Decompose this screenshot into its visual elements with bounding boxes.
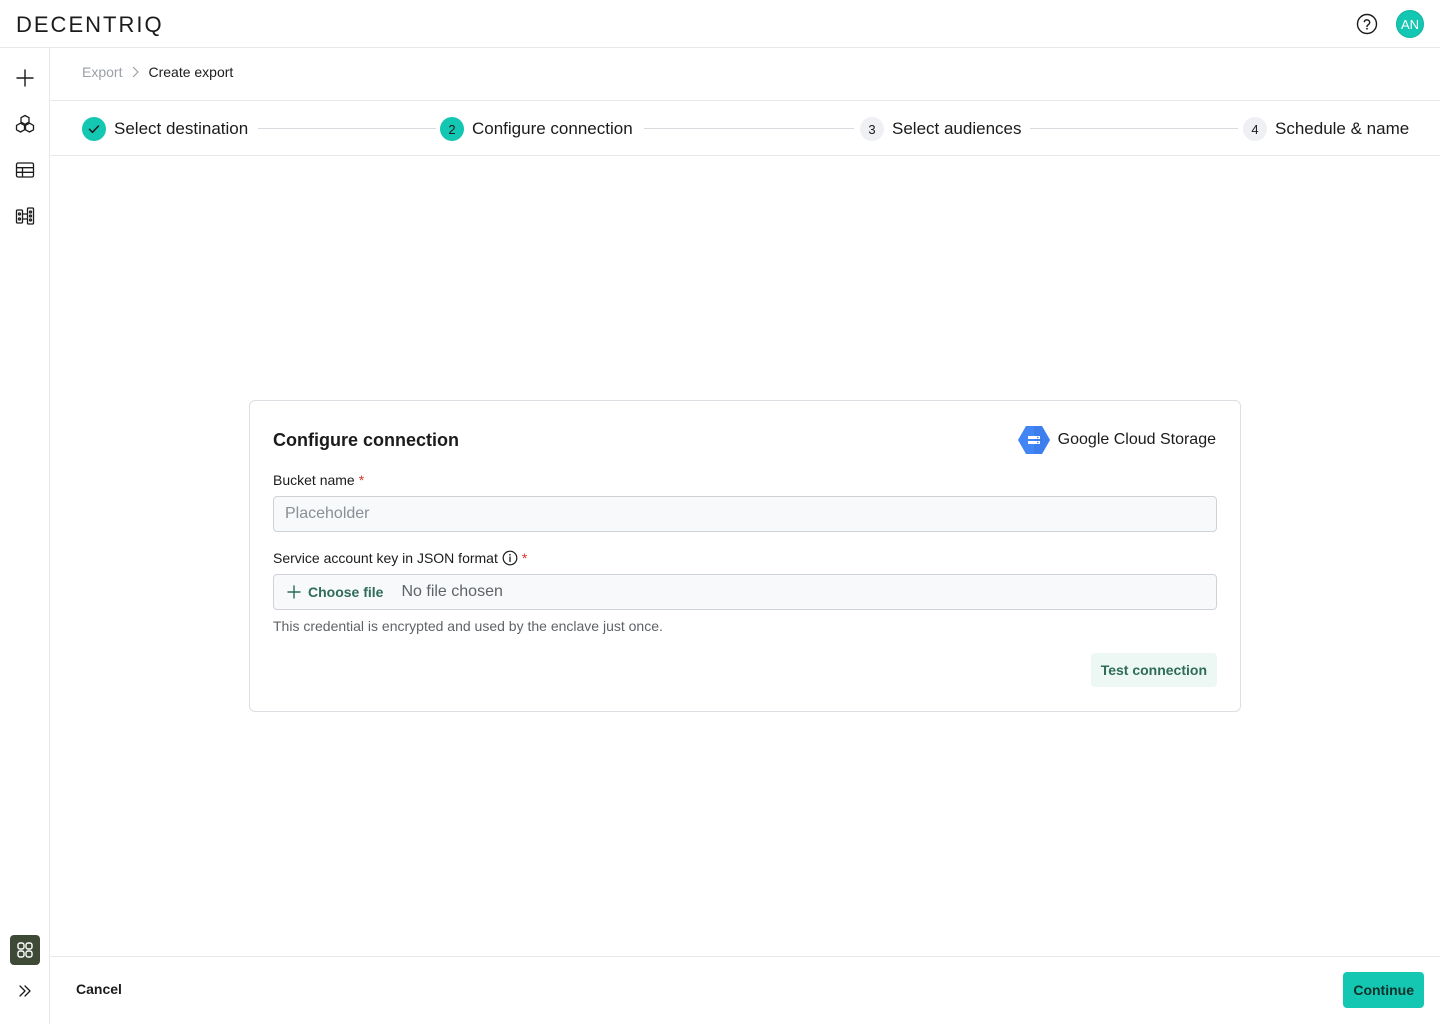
test-connection-button[interactable]: Test connection bbox=[1090, 653, 1217, 687]
step-configure-connection[interactable]: 2 Configure connection bbox=[440, 117, 633, 141]
sidebar-item-datasets[interactable] bbox=[13, 158, 37, 182]
help-circle-icon[interactable] bbox=[1356, 13, 1378, 35]
step-label: Schedule & name bbox=[1275, 119, 1410, 138]
configure-connection-card: Configure connection Google Cloud Storag… bbox=[249, 400, 1241, 712]
cancel-button[interactable]: Cancel bbox=[76, 981, 122, 997]
service-account-key-file-input[interactable]: Choose file No file chosen bbox=[273, 574, 1217, 610]
service-account-key-label-text: Service account key in JSON format bbox=[273, 550, 498, 566]
provider-name: Google Cloud Storage bbox=[1057, 431, 1216, 448]
panels-icon bbox=[15, 207, 35, 225]
breadcrumb-current: Create export bbox=[148, 64, 234, 80]
step-label: Select audiences bbox=[892, 119, 1022, 138]
choose-file-button[interactable]: Choose file bbox=[286, 584, 383, 600]
file-status: No file chosen bbox=[401, 583, 503, 600]
card-title: Configure connection bbox=[273, 430, 459, 450]
plus-icon bbox=[287, 585, 301, 599]
provider-badge: Google Cloud Storage bbox=[1017, 425, 1216, 455]
sidebar-new-button[interactable] bbox=[13, 66, 37, 90]
footer-bar: Cancel Continue bbox=[50, 956, 1440, 1024]
user-avatar[interactable]: AN bbox=[1396, 10, 1424, 38]
info-icon[interactable] bbox=[502, 550, 518, 566]
double-chevron-right-icon[interactable] bbox=[17, 983, 33, 999]
step-schedule-and-name[interactable]: 4 Schedule & name bbox=[1243, 117, 1409, 141]
google-cloud-storage-icon bbox=[1017, 426, 1050, 454]
step-number: 4 bbox=[1243, 117, 1267, 141]
step-select-destination[interactable]: Select destination bbox=[82, 117, 248, 141]
cube-icon bbox=[15, 114, 35, 133]
sidebar bbox=[0, 48, 50, 1024]
table-icon bbox=[15, 162, 35, 178]
step-select-audiences[interactable]: 3 Select audiences bbox=[860, 117, 1021, 141]
grid-icon bbox=[17, 942, 33, 958]
service-account-key-label: Service account key in JSON format * bbox=[273, 550, 527, 566]
step-label: Select destination bbox=[114, 119, 249, 138]
step-connector bbox=[644, 128, 854, 129]
required-mark: * bbox=[521, 550, 528, 566]
bucket-name-input[interactable] bbox=[273, 496, 1217, 532]
step-done-indicator bbox=[82, 117, 106, 141]
breadcrumb: Export Create export bbox=[82, 64, 233, 80]
step-connector bbox=[258, 128, 436, 129]
required-mark: * bbox=[358, 472, 365, 488]
sidebar-item-apps[interactable] bbox=[10, 935, 40, 965]
step-number: 3 bbox=[860, 117, 884, 141]
sidebar-item-data-labs[interactable] bbox=[13, 112, 37, 136]
credential-helper-text: This credential is encrypted and used by… bbox=[273, 618, 663, 634]
bucket-name-label-text: Bucket name bbox=[273, 472, 355, 488]
chevron-right-icon bbox=[133, 66, 140, 78]
sidebar-item-collaboration[interactable] bbox=[13, 204, 37, 228]
top-bar: DECENTRIQ AN bbox=[0, 0, 1440, 48]
choose-file-label: Choose file bbox=[308, 584, 384, 600]
step-label: Configure connection bbox=[472, 119, 633, 138]
app-logo[interactable]: DECENTRIQ bbox=[16, 12, 164, 38]
plus-icon bbox=[16, 69, 34, 87]
bucket-name-label: Bucket name * bbox=[273, 472, 364, 488]
breadcrumb-export-link[interactable]: Export bbox=[82, 64, 122, 80]
step-number: 2 bbox=[440, 117, 464, 141]
check-icon bbox=[88, 125, 100, 134]
export-stepper: Select destination 2 Configure connectio… bbox=[50, 100, 1440, 156]
continue-button[interactable]: Continue bbox=[1343, 972, 1424, 1008]
step-connector bbox=[1030, 128, 1238, 129]
